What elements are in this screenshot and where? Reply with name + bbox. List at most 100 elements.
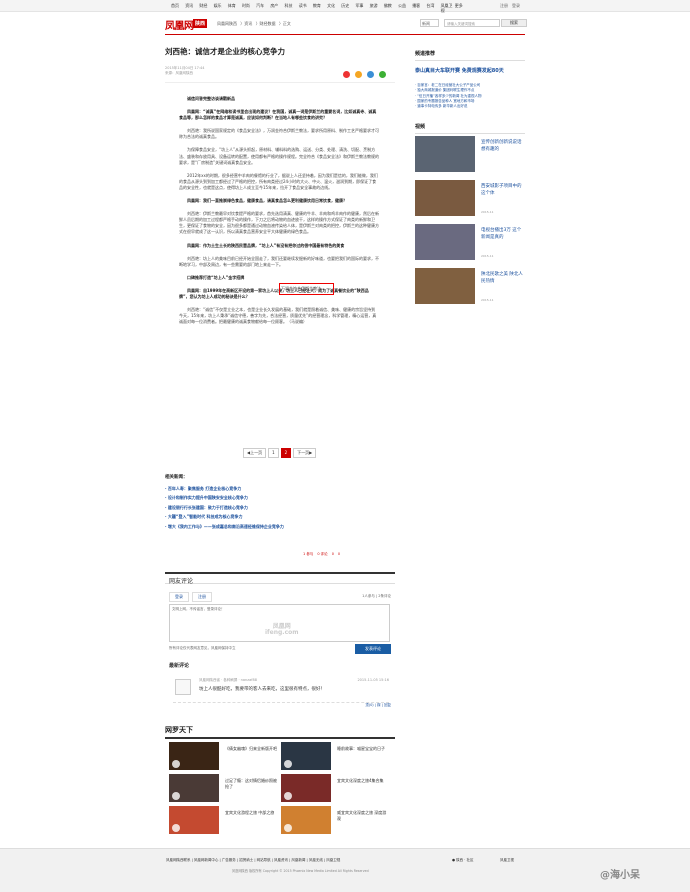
top-nav-item[interactable]: 科技: [285, 3, 299, 13]
networld-thumbnail[interactable]: [281, 806, 331, 834]
related-news-link[interactable]: · 增大《我内工作与》——张成嘉总和南沿高速经维保持企业竞争力: [165, 522, 395, 531]
top-nav-item[interactable]: 公益: [398, 3, 412, 13]
page-1-button[interactable]: 1: [268, 448, 279, 458]
recommend-banner[interactable]: 泰山真目大车联开赛 免费观赛发起80天: [415, 67, 525, 75]
top-nav-item[interactable]: 读书: [299, 3, 313, 13]
comments-count[interactable]: 0 评论: [317, 552, 327, 557]
wechat-share-icon[interactable]: [379, 71, 386, 78]
region-badge[interactable]: 陕西: [193, 19, 208, 28]
networld-caption[interactable]: 睡前故事：喵星宝宝的日子: [337, 746, 389, 752]
top-nav-item[interactable]: 旅游: [370, 3, 384, 13]
play-icon[interactable]: [284, 760, 292, 768]
top-nav-item[interactable]: 军事: [355, 3, 369, 13]
top-nav-item[interactable]: 体育: [228, 3, 242, 13]
submit-comment-button[interactable]: 发表评论: [355, 644, 391, 654]
top-nav-item[interactable]: 佛教: [384, 3, 398, 13]
video-thumbnail[interactable]: [415, 136, 475, 173]
networld-thumbnail[interactable]: [169, 742, 219, 770]
top-nav-item[interactable]: 文化: [327, 3, 341, 13]
networld-item[interactable]: 过足了瘾：这对情侣婚纱照被抢了: [169, 774, 279, 804]
networld-item[interactable]: 威宜宾文化深度之旅 深度游观: [281, 806, 391, 836]
breadcrumb-news[interactable]: 〉资讯: [240, 21, 252, 26]
networld-caption[interactable]: 宜宾文化游程之旅 中部之旅: [225, 810, 277, 816]
search-input[interactable]: 请输入关键词搜索: [444, 19, 500, 27]
top-nav-item[interactable]: 娱乐: [214, 3, 228, 13]
networld-caption[interactable]: 威宜宾文化深度之旅 深度游观: [337, 810, 389, 822]
like-count[interactable]: 0: [338, 552, 340, 557]
top-nav-item[interactable]: 时尚: [242, 3, 256, 13]
qq-share-icon[interactable]: [367, 71, 374, 78]
networld-item[interactable]: 睡前故事：喵星宝宝的日子: [281, 742, 391, 772]
footer-tv-link[interactable]: 凤凰卫视: [500, 858, 514, 863]
comment-register-tab[interactable]: 注册: [192, 592, 212, 602]
top-nav-item[interactable]: 汽车: [256, 3, 270, 13]
video-item[interactable]: 电视台播出3万 这个新闻是真的 2015-11: [415, 224, 525, 266]
related-news-link[interactable]: · 百年人寿：聚焦服务 打造企业核心竞争力: [165, 484, 395, 493]
top-nav-item[interactable]: 房产: [270, 3, 284, 13]
networld-item[interactable]: 宜宾文化深度之旅4集合集: [281, 774, 391, 804]
commenter-avatar[interactable]: [175, 679, 191, 695]
video-caption[interactable]: 宣传创新创新说说话想有趣的: [481, 140, 525, 153]
top-nav-item[interactable]: 凤凰卫视: [441, 3, 455, 13]
prev-page-button[interactable]: ◀上一页: [243, 448, 267, 458]
networld-thumbnail[interactable]: [281, 774, 331, 802]
video-item[interactable]: 西安城影子项目中的 这个体 2015-11: [415, 180, 525, 222]
video-caption[interactable]: 西安城影子项目中的 这个体: [481, 184, 525, 197]
top-nav-item[interactable]: 台湾: [426, 3, 440, 13]
networld-caption[interactable]: 宜宾文化深度之旅4集合集: [337, 778, 389, 784]
search-category-select[interactable]: 新闻: [420, 19, 439, 27]
video-caption[interactable]: 陕北民歌之美 陕北人民热情: [481, 272, 525, 285]
weibo-count[interactable]: 0: [332, 552, 334, 557]
top-nav-item[interactable]: 教育: [313, 3, 327, 13]
networld-caption[interactable]: 《倩女幽魂》归来全新版开吧: [225, 746, 277, 752]
sidebar: 频道推荐 泰山真目大车联开赛 免费观赛发起80天 · 百家言：老二在日经营社大公…: [415, 50, 525, 310]
play-icon[interactable]: [284, 824, 292, 832]
top-nav-item[interactable]: 更多: [455, 3, 469, 13]
qzone-share-icon[interactable]: [355, 71, 362, 78]
login-link[interactable]: 登录: [512, 3, 520, 9]
networld-item[interactable]: 《倩女幽魂》归来全新版开吧: [169, 742, 279, 772]
play-icon[interactable]: [172, 792, 180, 800]
footer-links[interactable]: 凤凰网陕西联系 | 凤凰网新闻中心 | 广告服务 | 招贤纳士 | 网站导航 |…: [166, 858, 340, 863]
page-2-button[interactable]: 2: [280, 448, 292, 458]
register-link[interactable]: 注册: [500, 3, 508, 9]
related-news-link[interactable]: · 设计和制作实力提升中国陕安安全核心竞争力: [165, 493, 395, 502]
top-nav-item[interactable]: 资讯: [185, 3, 199, 13]
networld-caption[interactable]: 过足了瘾：这对情侣婚纱照被抢了: [225, 778, 277, 790]
weibo-share-icon[interactable]: [343, 71, 350, 78]
ifeng-logo[interactable]: 凤凰网: [165, 17, 194, 32]
networld-thumbnail[interactable]: [169, 806, 219, 834]
top-nav-item[interactable]: 财经: [199, 3, 213, 13]
search-button[interactable]: 搜索: [501, 19, 527, 27]
comment-count[interactable]: 1人参与 | 2条评论: [362, 594, 391, 599]
video-meta: 2015-11: [481, 210, 494, 215]
footer-community-link[interactable]: ● 陕西 · 社区: [452, 858, 474, 863]
play-icon[interactable]: [172, 824, 180, 832]
play-icon[interactable]: [284, 792, 292, 800]
networld-thumbnail[interactable]: [281, 742, 331, 770]
breadcrumb-section[interactable]: 〉财经数据: [256, 21, 276, 26]
comment-login-tab[interactable]: 登录: [169, 592, 189, 602]
video-thumbnail[interactable]: [415, 180, 475, 217]
related-news-link[interactable]: · 建设银行行长张建国：致力于打造核心竞争力: [165, 503, 395, 512]
related-news-link[interactable]: · 大疆“登入”智能时代 科技成为核心竞争力: [165, 512, 395, 521]
video-thumbnail[interactable]: [415, 268, 475, 305]
networld-thumbnail[interactable]: [169, 774, 219, 802]
top-nav-item[interactable]: 播客: [412, 3, 426, 13]
highlight-text: 万润金符合伊斯兰教法: [281, 286, 321, 291]
video-caption[interactable]: 电视台播出3万 这个新闻是真的: [481, 228, 525, 241]
top-nav-item[interactable]: 历史: [341, 3, 355, 13]
networld-item[interactable]: 宜宾文化游程之旅 中部之旅: [169, 806, 279, 836]
video-title: 视频: [415, 123, 525, 135]
commenter-name[interactable]: 凤凰网陕西省 · 各种刷屏 · nanzaf88: [199, 678, 257, 683]
next-page-button[interactable]: 下一页▶: [293, 448, 317, 458]
video-thumbnail[interactable]: [415, 224, 475, 261]
video-item[interactable]: 陕北民歌之美 陕北人民热情 2015-11: [415, 268, 525, 310]
participants-count[interactable]: 1 参与: [303, 552, 313, 557]
breadcrumb-home[interactable]: 凤凰网陕西: [217, 21, 237, 26]
comment-actions[interactable]: 顶(0) | 踩 | 回复: [365, 703, 391, 708]
play-icon[interactable]: [172, 760, 180, 768]
top-nav-item[interactable]: 首页: [171, 3, 185, 13]
video-item[interactable]: 宣传创新创新说说话想有趣的: [415, 136, 525, 178]
recommend-link[interactable]: · 道事卡特电传多 新华新人出好说: [415, 104, 525, 109]
